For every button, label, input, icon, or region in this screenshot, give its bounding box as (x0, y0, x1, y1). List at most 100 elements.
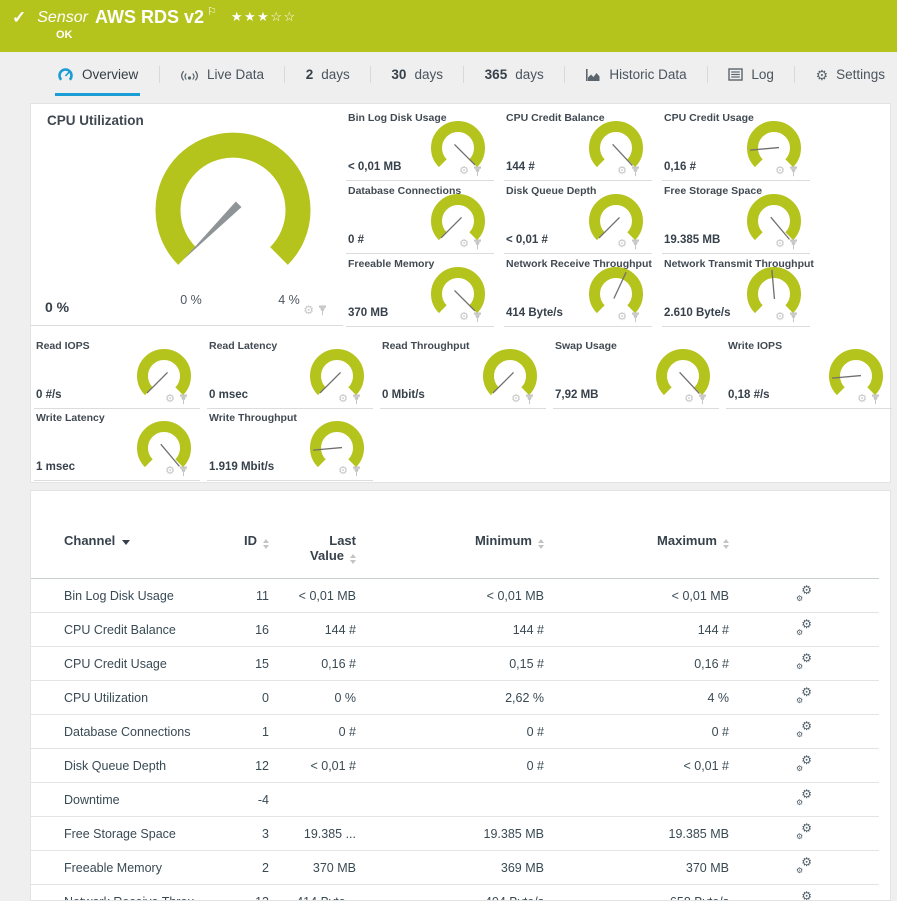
gear-icon: ⚙ (816, 68, 829, 82)
gauge-tile-disk-queue-depth: Disk Queue Depth< 0,01 #⚙ (504, 181, 652, 254)
pin-icon[interactable] (789, 239, 798, 250)
tile-actions: ⚙ (775, 239, 798, 250)
tab-2-days[interactable]: 2 days (304, 67, 352, 96)
channel-settings-icon[interactable]: ⚙⚙ (796, 654, 812, 670)
id-cell: 16 (229, 613, 269, 647)
table-row-cpu-utilization[interactable]: CPU Utilization00 %2,62 %4 %⚙⚙ (31, 681, 879, 715)
gear-icon[interactable]: ⚙ (617, 239, 627, 250)
channel-table-panel: Channel ID Last Value Minimum Maximum Bi… (30, 490, 891, 901)
gear-icon[interactable]: ⚙ (165, 466, 175, 477)
column-header-id[interactable]: ID (229, 531, 269, 579)
pin-icon[interactable] (473, 166, 482, 177)
channel-cell: Database Connections (31, 715, 229, 749)
gear-icon[interactable]: ⚙ (775, 312, 785, 323)
maximum-cell: < 0,01 MB (544, 579, 729, 613)
column-header-minimum[interactable]: Minimum (356, 531, 544, 579)
gear-icon[interactable]: ⚙ (338, 394, 348, 405)
gear-icon[interactable]: ⚙ (775, 166, 785, 177)
last-value-cell: 19.385 ... (269, 817, 356, 851)
tab-overview[interactable]: Overview (55, 67, 140, 96)
tab-live-data[interactable]: Live Data (178, 67, 266, 96)
table-row-disk-queue-depth[interactable]: Disk Queue Depth12< 0,01 #0 #< 0,01 #⚙⚙ (31, 749, 879, 783)
tab-historic-data[interactable]: Historic Data (583, 67, 688, 96)
gear-icon[interactable]: ⚙ (459, 166, 469, 177)
gauge-value: 0 #/s (36, 389, 62, 401)
maximum-cell: 4 % (544, 681, 729, 715)
pin-icon[interactable] (179, 466, 188, 477)
table-row-free-storage-space[interactable]: Free Storage Space319.385 ...19.385 MB19… (31, 817, 879, 851)
gauge-tile-free-storage-space: Free Storage Space19.385 MB⚙ (662, 181, 810, 254)
table-row-database-connections[interactable]: Database Connections10 #0 #0 #⚙⚙ (31, 715, 879, 749)
priority-flag-icon[interactable]: ⚐ (207, 5, 217, 18)
tab-label: Overview (82, 67, 138, 82)
pin-icon[interactable] (318, 305, 327, 316)
table-row-cpu-credit-usage[interactable]: CPU Credit Usage150,16 #0,15 #0,16 #⚙⚙ (31, 647, 879, 681)
gear-icon[interactable]: ⚙ (303, 304, 314, 316)
table-row-downtime[interactable]: Downtime-4⚙⚙ (31, 783, 879, 817)
gear-icon[interactable]: ⚙ (338, 466, 348, 477)
actions-cell: ⚙⚙ (729, 681, 879, 715)
column-label: Last (269, 533, 356, 548)
pin-icon[interactable] (871, 394, 880, 405)
tile-actions: ⚙ (775, 312, 798, 323)
id-cell: -4 (229, 783, 269, 817)
gear-icon[interactable]: ⚙ (617, 312, 627, 323)
gauge-value: 7,92 MB (555, 389, 598, 401)
channel-settings-icon[interactable]: ⚙⚙ (796, 892, 812, 901)
tab-30-days[interactable]: 30 days (389, 67, 445, 96)
gear-icon[interactable]: ⚙ (165, 394, 175, 405)
tab-365-days[interactable]: 365 days (483, 67, 546, 96)
actions-cell: ⚙⚙ (729, 885, 879, 901)
channel-settings-icon[interactable]: ⚙⚙ (796, 722, 812, 738)
gear-icon[interactable]: ⚙ (617, 166, 627, 177)
actions-cell: ⚙⚙ (729, 851, 879, 885)
tab-separator (564, 66, 565, 83)
channel-settings-icon[interactable]: ⚙⚙ (796, 858, 812, 874)
gear-icon[interactable]: ⚙ (775, 239, 785, 250)
pin-icon[interactable] (352, 466, 361, 477)
channel-settings-icon[interactable]: ⚙⚙ (796, 688, 812, 704)
gauge-value: 0 # (348, 234, 364, 246)
channel-settings-icon[interactable]: ⚙⚙ (796, 790, 812, 806)
last-value-cell: < 0,01 # (269, 749, 356, 783)
gear-icon[interactable]: ⚙ (459, 312, 469, 323)
tab-settings[interactable]: ⚙ Settings (814, 67, 887, 96)
gear-icon[interactable]: ⚙ (857, 394, 867, 405)
gauge-value: 0 % (45, 299, 69, 315)
gauge-tile-cpu-utilization: CPU Utilization 0 % 0 % 4 % ⚙ (31, 104, 343, 326)
gear-icon[interactable]: ⚙ (511, 394, 521, 405)
table-row-bin-log-disk-usage[interactable]: Bin Log Disk Usage11< 0,01 MB< 0,01 MB< … (31, 579, 879, 613)
pin-icon[interactable] (179, 394, 188, 405)
priority-stars[interactable]: ★★★☆☆ (231, 9, 297, 25)
table-row-network-receive-throu[interactable]: Network Receive Throu...13414 Byte...404… (31, 885, 879, 901)
table-row-cpu-credit-balance[interactable]: CPU Credit Balance16144 #144 #144 #⚙⚙ (31, 613, 879, 647)
tab-separator (463, 66, 464, 83)
tile-actions: ⚙ (459, 312, 482, 323)
pin-icon[interactable] (789, 312, 798, 323)
table-row-freeable-memory[interactable]: Freeable Memory2370 MB369 MB370 MB⚙⚙ (31, 851, 879, 885)
pin-icon[interactable] (631, 166, 640, 177)
pin-icon[interactable] (631, 239, 640, 250)
pin-icon[interactable] (525, 394, 534, 405)
column-header-maximum[interactable]: Maximum (544, 531, 729, 579)
actions-cell: ⚙⚙ (729, 579, 879, 613)
channel-settings-icon[interactable]: ⚙⚙ (796, 586, 812, 602)
tab-log[interactable]: Log (726, 67, 776, 96)
pin-icon[interactable] (631, 312, 640, 323)
actions-cell: ⚙⚙ (729, 749, 879, 783)
gauge-tile-read-latency: Read Latency0 msec⚙ (207, 336, 373, 409)
column-header-last-value[interactable]: Last Value (269, 531, 356, 579)
channel-settings-icon[interactable]: ⚙⚙ (796, 824, 812, 840)
gear-icon[interactable]: ⚙ (684, 394, 694, 405)
pin-icon[interactable] (352, 394, 361, 405)
pin-icon[interactable] (473, 312, 482, 323)
gear-icon[interactable]: ⚙ (459, 239, 469, 250)
column-label: Maximum (657, 533, 717, 548)
pin-icon[interactable] (789, 166, 798, 177)
pin-icon[interactable] (698, 394, 707, 405)
tile-actions: ⚙ (459, 166, 482, 177)
channel-settings-icon[interactable]: ⚙⚙ (796, 620, 812, 636)
channel-settings-icon[interactable]: ⚙⚙ (796, 756, 812, 772)
pin-icon[interactable] (473, 239, 482, 250)
column-header-channel[interactable]: Channel (31, 531, 229, 579)
